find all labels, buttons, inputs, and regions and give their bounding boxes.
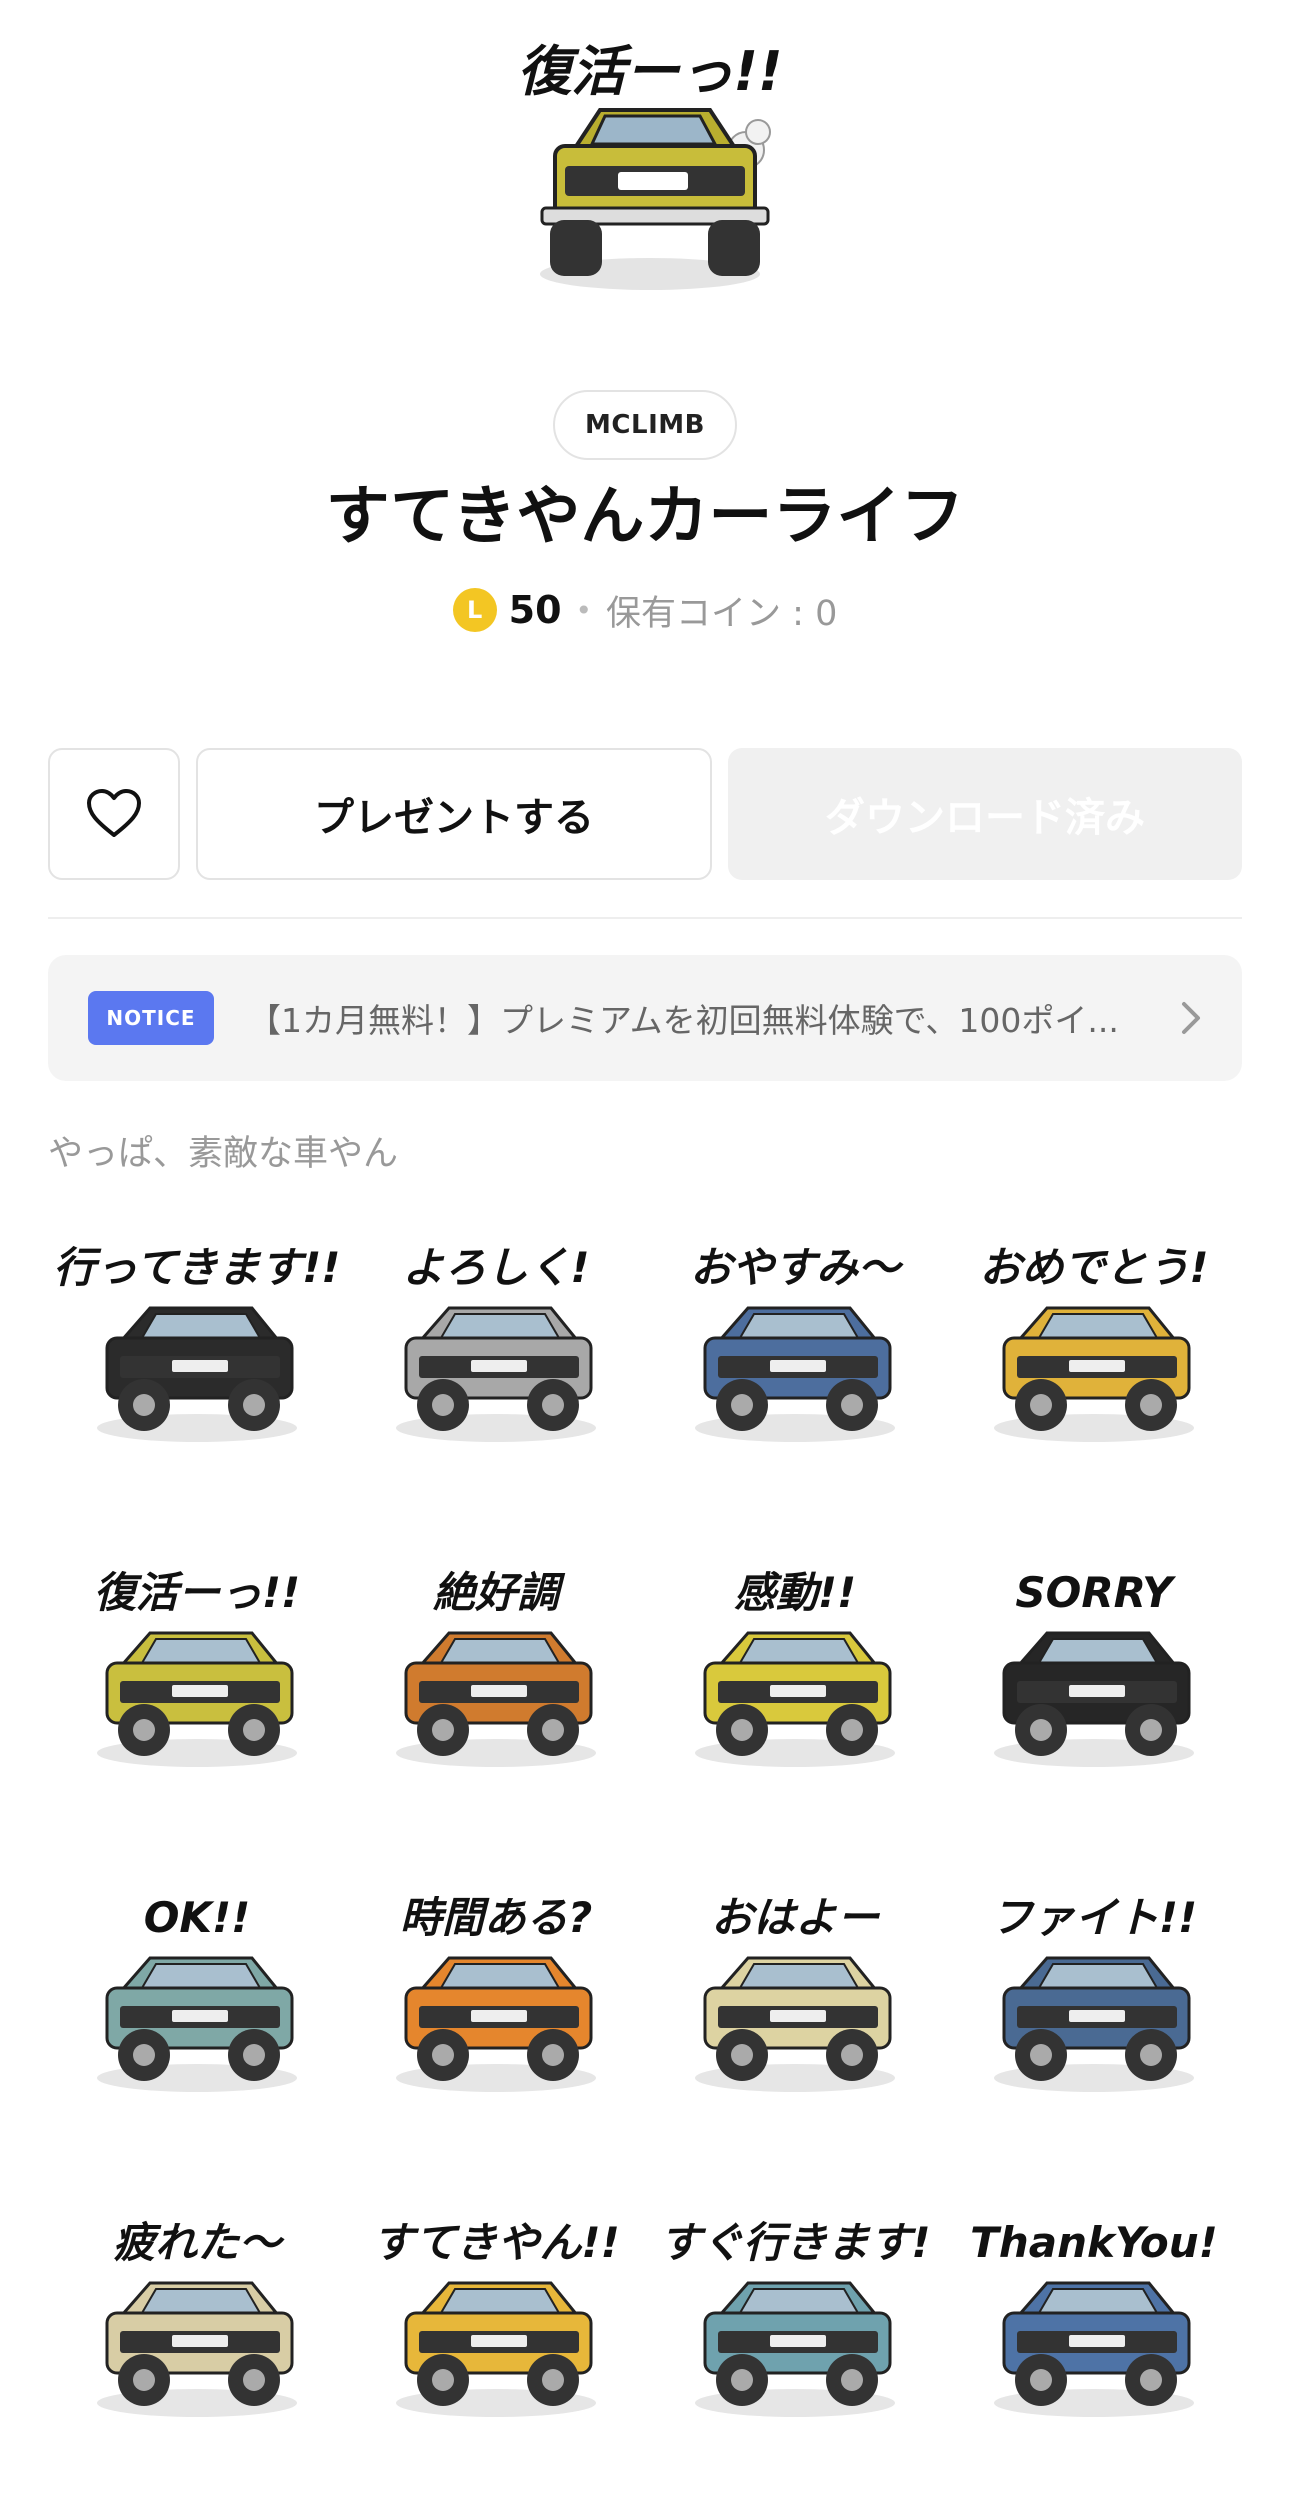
sticker-label: 感動!!	[734, 1568, 856, 1617]
page-title: すてきやんカーライフ	[325, 480, 965, 554]
sticker-description: やっぱ、素敵な車やん	[48, 1134, 399, 1174]
car-sticker-icon: おめでとう!	[979, 1243, 1209, 1442]
notice-text: 【1カ月無料！】プレミアムを初回無料体験で、100ポイ...	[248, 1001, 1119, 1040]
sticker-label: おはよー	[711, 1893, 881, 1942]
sticker-item[interactable]: 疲れた～	[52, 2195, 342, 2515]
sticker-item[interactable]: OK!!	[52, 1870, 342, 2190]
car-sticker-icon: おはよー	[695, 1893, 895, 2092]
notice-banner[interactable]: NOTICE 【1カ月無料！】プレミアムを初回無料体験で、100ポイ...	[48, 955, 1242, 1081]
sticker-label: 時間ある?	[400, 1893, 592, 1942]
car-sticker-icon: 行ってきます!!	[54, 1243, 341, 1442]
sticker-item[interactable]: SORRY	[949, 1545, 1239, 1865]
sticker-grid: 行ってきます!! よろしく! おやすみ～ おめでとう! 復活ーっ!! 絶好調 感動!! SOR…	[48, 1220, 1242, 2449]
car-sticker-icon: ThankYou!	[970, 2218, 1218, 2417]
downloaded-button[interactable]: ダウンロード済み	[728, 748, 1242, 880]
sticker-label: よろしく!	[402, 1243, 589, 1292]
gift-button[interactable]: プレゼントする	[196, 748, 712, 880]
sticker-item[interactable]: すてきやん!!	[351, 2195, 641, 2515]
sticker-label: SORRY	[1015, 1568, 1176, 1617]
sticker-item[interactable]: 絶好調	[351, 1545, 641, 1865]
chevron-right-icon	[1182, 1002, 1200, 1034]
sticker-label: すぐ行きます!	[659, 2218, 930, 2267]
divider	[48, 917, 1242, 919]
sticker-label: おやすみ～	[690, 1243, 904, 1292]
car-sticker-icon: SORRY	[994, 1568, 1194, 1767]
notice-badge: NOTICE	[88, 991, 214, 1045]
heart-outline-icon	[87, 789, 141, 837]
sticker-label: 復活ーっ!!	[94, 1568, 300, 1617]
car-sticker-icon: よろしく!	[396, 1243, 596, 1442]
coin-icon: L	[452, 588, 497, 632]
hero-sticker: 復活ーっ!!	[517, 30, 783, 300]
author-tag[interactable]: MCLIMB	[553, 390, 737, 460]
jeep-hero-icon: 復活ーっ!!	[517, 40, 783, 290]
car-sticker-icon: すてきやん!!	[372, 2218, 620, 2417]
sticker-item[interactable]: おめでとう!	[949, 1220, 1239, 1540]
price-row: L 50 • 保有コイン : 0	[0, 582, 1290, 638]
car-sticker-icon: ファイト!!	[991, 1893, 1197, 2092]
sticker-item[interactable]: おはよー	[650, 1870, 940, 2190]
car-sticker-icon: おやすみ～	[690, 1243, 904, 1442]
price-amount: 50	[508, 588, 562, 632]
sticker-item[interactable]: おやすみ～	[650, 1220, 940, 1540]
hero-sticker-label: 復活ーっ!!	[520, 40, 780, 103]
sticker-label: 疲れた～	[113, 2218, 285, 2267]
separator-dot: •	[575, 593, 593, 627]
sticker-label: 行ってきます!!	[54, 1243, 341, 1292]
sticker-item[interactable]: すぐ行きます!	[650, 2195, 940, 2515]
favorite-button[interactable]	[48, 748, 180, 880]
sticker-item[interactable]: ファイト!!	[949, 1870, 1239, 2190]
sticker-item[interactable]: よろしく!	[351, 1220, 641, 1540]
car-sticker-icon: 感動!!	[695, 1568, 895, 1767]
car-sticker-icon: すぐ行きます!	[659, 2218, 931, 2417]
sticker-label: ファイト!!	[991, 1893, 1197, 1942]
sticker-item[interactable]: 行ってきます!!	[52, 1220, 342, 1540]
sticker-item[interactable]: 復活ーっ!!	[52, 1545, 342, 1865]
car-sticker-icon: 復活ーっ!!	[94, 1568, 300, 1767]
car-sticker-icon: 疲れた～	[97, 2218, 297, 2417]
car-sticker-icon: OK!!	[97, 1893, 297, 2092]
sticker-item[interactable]: 時間ある?	[351, 1870, 641, 2190]
sticker-label: ThankYou!	[970, 2218, 1218, 2267]
sticker-item[interactable]: ThankYou!	[949, 2195, 1239, 2515]
sticker-label: すてきやん!!	[372, 2218, 619, 2267]
sticker-label: OK!!	[144, 1893, 251, 1942]
car-sticker-icon: 時間ある?	[396, 1893, 596, 2092]
sticker-label: 絶好調	[433, 1568, 566, 1617]
owned-coins: 保有コイン : 0	[606, 593, 838, 634]
car-sticker-icon: 絶好調	[396, 1568, 596, 1767]
sticker-item[interactable]: 感動!!	[650, 1545, 940, 1865]
sticker-label: おめでとう!	[979, 1243, 1208, 1292]
